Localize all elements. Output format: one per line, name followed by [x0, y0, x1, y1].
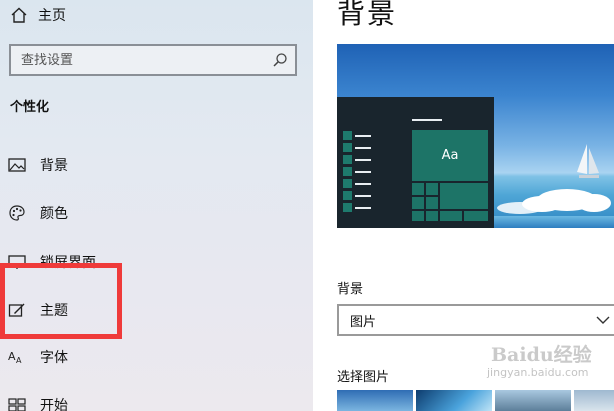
- sidebar-item-background[interactable]: 背景: [0, 147, 313, 183]
- cloud-shape: [497, 202, 543, 214]
- sidebar-item-start[interactable]: 开始: [0, 387, 313, 411]
- start-menu-header-line: [412, 119, 442, 121]
- theme-brush-icon: [8, 301, 26, 319]
- chevron-down-icon: [596, 316, 610, 324]
- preview-tile-text: Aa: [441, 148, 459, 163]
- sidebar-item-label: 开始: [40, 398, 68, 411]
- monitor-icon: [8, 253, 26, 271]
- search-box[interactable]: [9, 44, 297, 76]
- watermark-logo: Baidu经验: [491, 344, 592, 366]
- sidebar-item-label: 锁屏界面: [40, 255, 96, 271]
- picture-thumbnail[interactable]: [495, 390, 571, 411]
- background-preview: Aa: [337, 44, 614, 228]
- cloud-shape: [577, 194, 611, 212]
- preview-tile: Aa: [412, 130, 488, 181]
- home-icon: [10, 6, 28, 24]
- sidebar: 主页 个性化 背景 颜色 锁屏界面 主题 AA: [0, 0, 313, 411]
- background-type-value: 图片: [350, 314, 377, 330]
- picture-thumbnail[interactable]: [574, 390, 614, 411]
- watermark-url: jingyan.baidu.com: [487, 366, 589, 379]
- font-icon: AA: [8, 348, 26, 366]
- sidebar-item-colors[interactable]: 颜色: [0, 195, 313, 231]
- svg-text:A: A: [16, 356, 22, 365]
- background-type-select[interactable]: 图片: [337, 304, 614, 336]
- home-nav-item[interactable]: 主页: [10, 4, 66, 26]
- picture-thumbnail[interactable]: [416, 390, 492, 411]
- sidebar-item-label: 背景: [40, 158, 68, 174]
- home-label: 主页: [38, 8, 66, 24]
- start-icon: [8, 396, 26, 411]
- choose-picture-label: 选择图片: [337, 370, 390, 385]
- sidebar-item-label: 主题: [40, 303, 68, 319]
- search-icon[interactable]: [265, 52, 295, 68]
- sidebar-item-label: 字体: [40, 350, 68, 366]
- start-menu-preview: Aa: [337, 97, 494, 228]
- background-type-label: 背景: [337, 282, 364, 297]
- section-title: 个性化: [10, 100, 50, 115]
- sidebar-item-themes[interactable]: 主题: [0, 292, 313, 328]
- sidebar-item-fonts[interactable]: AA 字体: [0, 339, 313, 375]
- picture-icon: [8, 156, 26, 174]
- search-input[interactable]: [21, 52, 265, 68]
- sailboat-shape: [577, 144, 599, 178]
- picture-thumbnail[interactable]: [337, 390, 413, 411]
- sidebar-item-label: 颜色: [40, 206, 68, 222]
- palette-icon: [8, 204, 26, 222]
- sidebar-item-lock-screen[interactable]: 锁屏界面: [0, 244, 313, 280]
- main-panel: 背景 Aa 背景 图片 选择图片 Baidu经验 jingyan.baidu.c…: [313, 0, 614, 411]
- page-title: 背景: [337, 0, 398, 30]
- svg-text:A: A: [8, 350, 16, 363]
